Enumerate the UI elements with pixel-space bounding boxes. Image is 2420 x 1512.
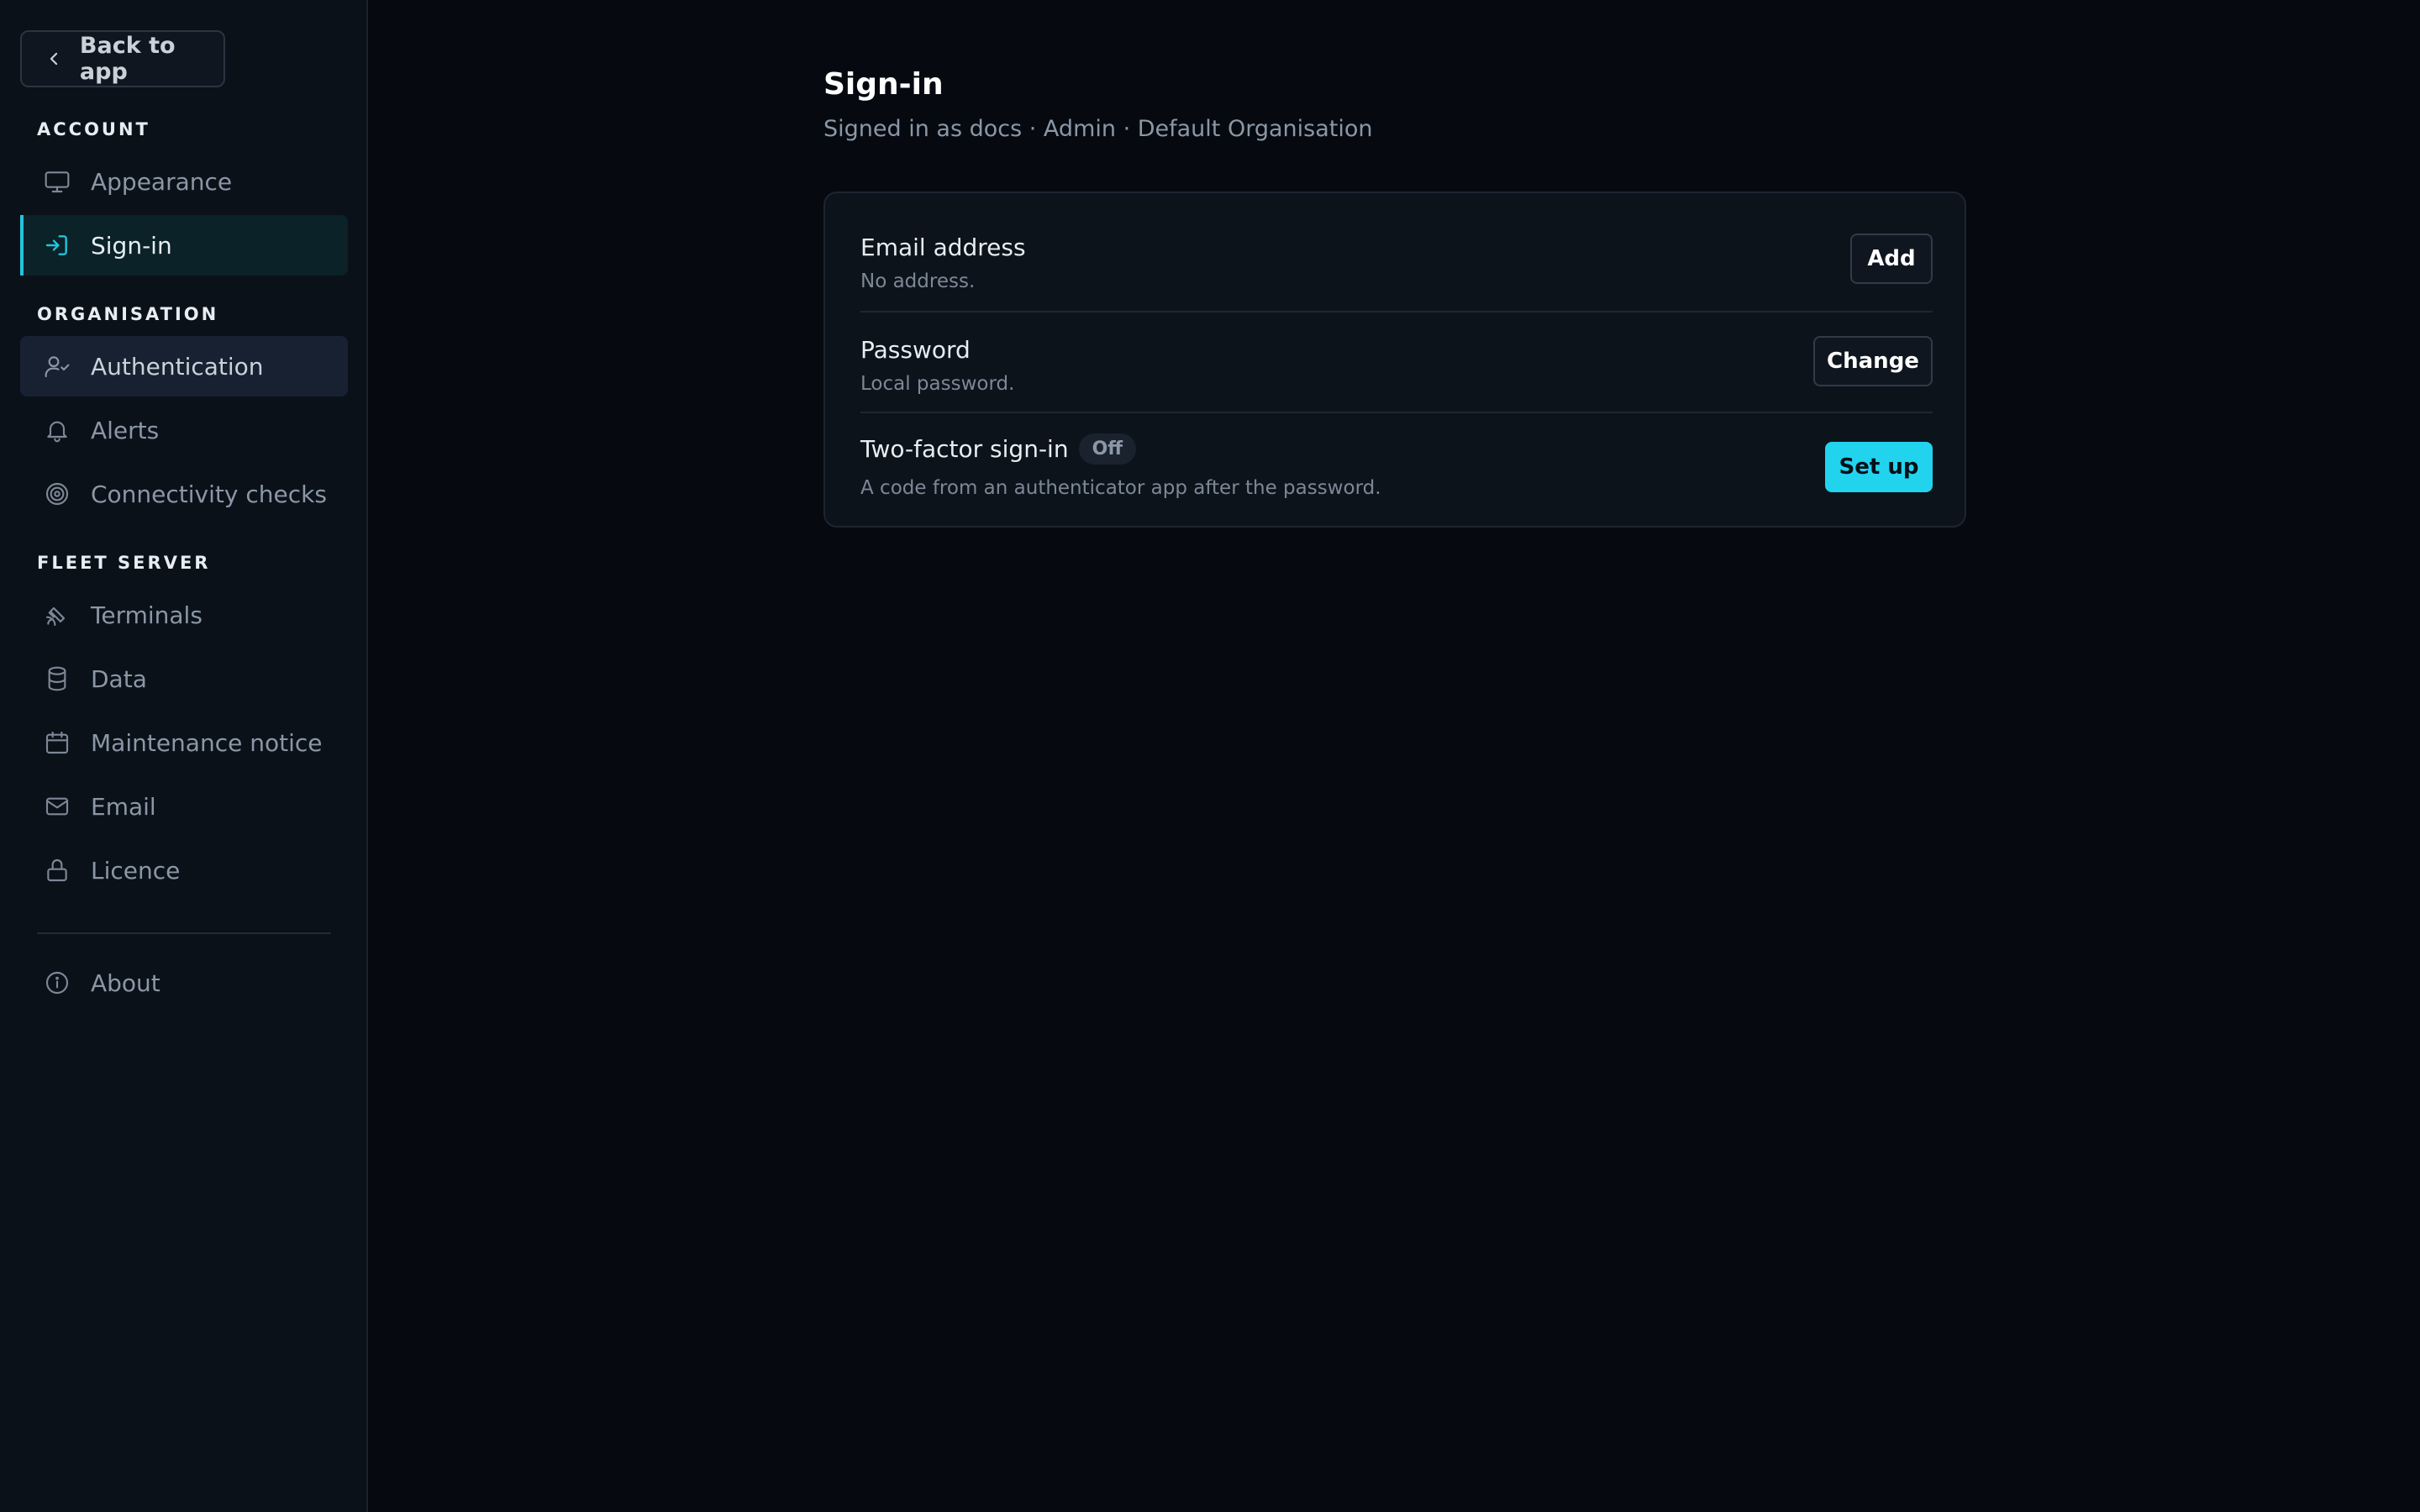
page-subtitle: Signed in as docs · Admin · Default Orga…: [823, 116, 1373, 142]
sidebar-item-label: Appearance: [91, 167, 233, 196]
page-title: Sign-in: [823, 67, 944, 102]
lock-icon: [47, 859, 67, 882]
sidebar-item-connectivity-checks[interactable]: Connectivity checks: [20, 464, 348, 524]
section-label-fleet-server: FLEET SERVER: [37, 553, 211, 573]
settings-page: Back to app ACCOUNT Appearance Sign-in O…: [0, 0, 2420, 1512]
sidebar: Back to app ACCOUNT Appearance Sign-in O…: [0, 0, 368, 1512]
target-icon: [45, 482, 69, 506]
sidebar-item-label: Sign-in: [91, 231, 172, 260]
sidebar-item-appearance[interactable]: Appearance: [20, 151, 348, 212]
sidebar-item-alerts[interactable]: Alerts: [20, 400, 348, 460]
sidebar-item-email[interactable]: Email: [20, 776, 348, 837]
add-email-button[interactable]: Add: [1850, 234, 1933, 284]
email-address-description: No address.: [860, 270, 976, 292]
row-title-label: Two-factor sign-in: [860, 435, 1069, 463]
sidebar-item-label: Alerts: [91, 416, 160, 444]
section-label-organisation: ORGANISATION: [37, 304, 219, 324]
sidebar-item-label: Terminals: [91, 601, 203, 629]
row-title-label: Email address: [860, 234, 1026, 261]
mail-icon: [45, 797, 69, 816]
sidebar-item-maintenance-notice[interactable]: Maintenance notice: [20, 712, 348, 773]
monitor-icon: [45, 171, 70, 193]
sidebar-item-label: Authentication: [91, 352, 264, 381]
change-password-button[interactable]: Change: [1813, 336, 1933, 386]
info-icon: [45, 971, 69, 995]
back-to-app-button[interactable]: Back to app: [20, 30, 225, 87]
sidebar-item-data[interactable]: Data: [20, 648, 348, 709]
two-factor-description: A code from an authenticator app after t…: [860, 477, 1381, 499]
sidebar-item-label: Email: [91, 792, 156, 821]
two-factor-title: Two-factor sign-in Off: [860, 433, 1137, 465]
calendar-icon: [45, 731, 69, 754]
sidebar-item-authentication[interactable]: Authentication: [20, 336, 348, 396]
sidebar-item-label: Licence: [91, 856, 181, 885]
two-factor-row: Two-factor sign-in Off A code from an au…: [860, 412, 1933, 526]
set-up-two-factor-button[interactable]: Set up: [1825, 442, 1933, 492]
sidebar-item-sign-in[interactable]: Sign-in: [20, 215, 348, 276]
password-row: Password Local password. Change: [860, 311, 1933, 410]
sign-in-icon: [45, 235, 67, 255]
sign-in-settings-card: Email address No address. Add Password L…: [823, 192, 1966, 528]
password-title: Password: [860, 336, 971, 364]
sidebar-item-label: Data: [91, 664, 147, 693]
sidebar-item-label: About: [91, 969, 160, 997]
email-address-row: Email address No address. Add: [860, 212, 1933, 311]
sidebar-item-label: Connectivity checks: [91, 480, 327, 508]
bell-icon: [47, 421, 67, 443]
row-title-label: Password: [860, 336, 971, 364]
email-address-title: Email address: [860, 234, 1026, 261]
sidebar-item-terminals[interactable]: Terminals: [20, 585, 348, 645]
database-icon: [48, 666, 66, 691]
sidebar-item-licence[interactable]: Licence: [20, 840, 348, 900]
two-factor-status-badge: Off: [1078, 433, 1137, 465]
chevron-left-icon: [50, 52, 58, 66]
user-check-icon: [45, 356, 70, 378]
satellite-icon: [45, 606, 66, 627]
section-label-account: ACCOUNT: [37, 119, 150, 139]
sidebar-item-about[interactable]: About: [20, 953, 348, 1013]
sidebar-item-label: Maintenance notice: [91, 728, 323, 757]
password-description: Local password.: [860, 373, 1015, 395]
back-to-app-label: Back to app: [79, 33, 176, 85]
sidebar-divider: [37, 932, 331, 934]
